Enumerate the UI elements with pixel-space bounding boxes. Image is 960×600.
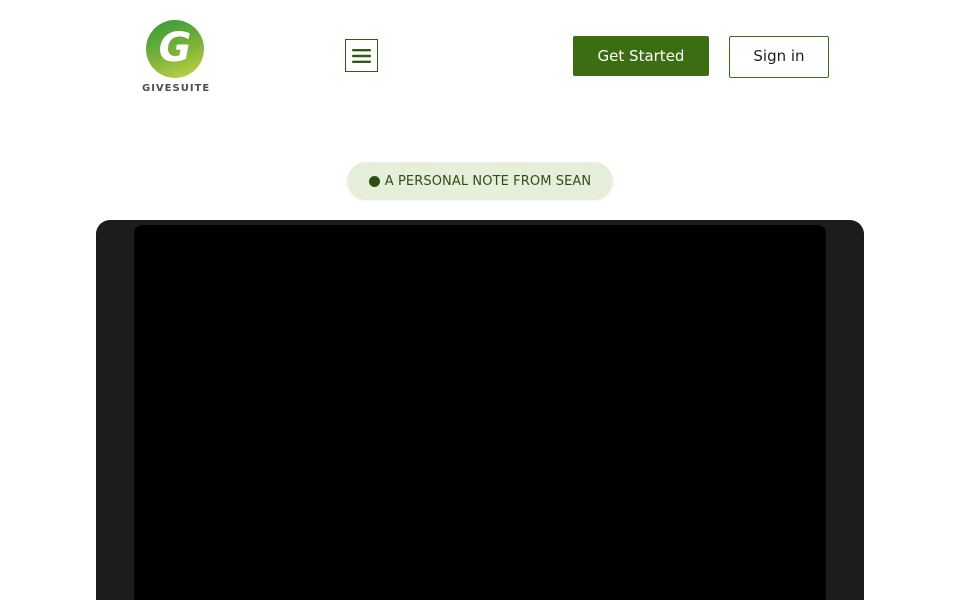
video-frame [96,220,864,600]
logo-mark-icon: G [146,20,204,78]
get-started-button[interactable]: Get Started [573,36,709,76]
personal-note-badge: A PERSONAL NOTE FROM SEAN [347,162,613,200]
hamburger-icon [352,48,371,63]
menu-toggle-button[interactable] [345,39,378,72]
video-player[interactable] [134,225,826,600]
brand-logo[interactable]: G GIVESUITE [142,20,211,96]
brand-name: GIVESUITE [142,83,211,94]
personal-note-label: A PERSONAL NOTE FROM SEAN [384,173,592,189]
page: G GIVESUITE Get Started Sign in A PERSON… [0,0,960,600]
sign-in-button[interactable]: Sign in [729,36,829,78]
dot-icon [368,175,380,187]
logo-letter: G [158,25,192,71]
